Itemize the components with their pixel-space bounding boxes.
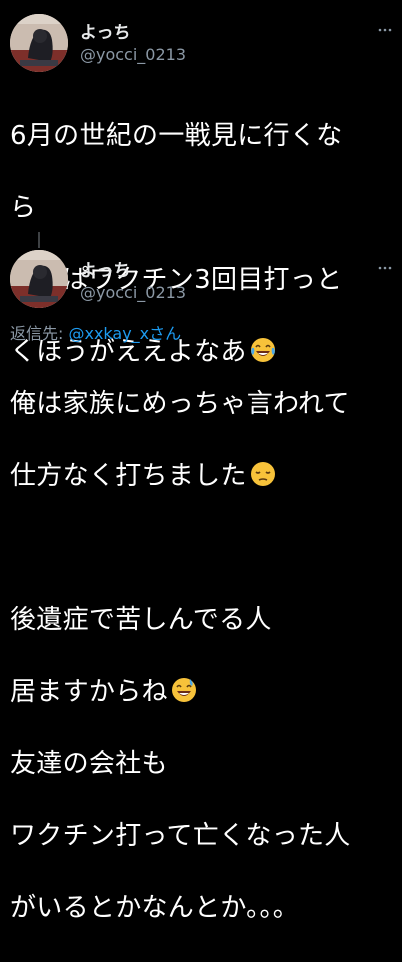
reply-mention-link[interactable]: @xxkay_xさん: [68, 324, 181, 343]
reply-to-label: 返信先: @xxkay_xさん: [10, 320, 181, 344]
tweet-text-line: 居ますからね: [10, 674, 396, 710]
sweat-smile-emoji: [171, 678, 196, 702]
tweet-text-line: 友達の会社も: [10, 749, 168, 779]
tweet-text-line: ワクチン打って亡くなった人: [10, 821, 351, 851]
tweet-text-line: [10, 530, 396, 566]
tweet-text-line: がいるとかなんとか。。。: [10, 893, 300, 923]
pensive-face-emoji: [250, 462, 275, 486]
reply-prefix: 返信先:: [10, 324, 69, 343]
tweet-text-line: 後遺症で苦しんでる人: [10, 605, 272, 635]
tweet-text-line: 俺は家族にめっちゃ言われて: [10, 389, 350, 419]
avatar[interactable]: [10, 250, 68, 308]
tweet-text: 俺は家族にめっちゃ言われて 仕方なく打ちました 後遺症で苦しんでる人 居ますから…: [10, 350, 396, 962]
tweet-2[interactable]: よっち @yocci_0213 返信先: @xxkay_xさん 俺は家族にめっち…: [0, 0, 402, 923]
tweet-text-line: 仕方なく打ちました: [10, 458, 396, 494]
more-options-icon[interactable]: [378, 266, 392, 270]
handle[interactable]: @yocci_0213: [80, 283, 186, 302]
display-name[interactable]: よっち: [80, 256, 131, 281]
